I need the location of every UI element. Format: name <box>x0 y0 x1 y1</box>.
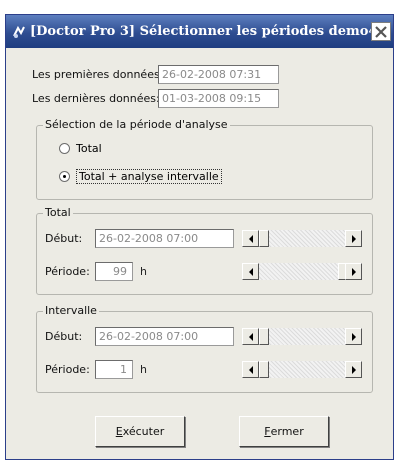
first-data-field: 26-02-2008 07:31 <box>158 65 279 84</box>
radio-total-label: Total <box>76 142 102 155</box>
total-group: Total Début: 26-02-2008 07:00 Période: 9… <box>36 206 373 295</box>
total-period-unit: h <box>140 265 147 278</box>
total-start-scroll-right[interactable] <box>345 230 362 247</box>
total-start-scroll-thumb[interactable] <box>259 230 269 247</box>
close-icon <box>375 25 387 38</box>
total-period-field[interactable]: 99 <box>95 262 133 281</box>
analysis-period-title: Sélection de la période d'analyse <box>43 118 230 131</box>
interval-start-scroll-thumb[interactable] <box>259 328 269 345</box>
close-button[interactable]: Fermer <box>239 416 329 447</box>
interval-period-field[interactable]: 1 <box>95 360 133 379</box>
arrow-right-icon <box>351 234 356 243</box>
interval-period-unit: h <box>140 363 147 376</box>
radio-total-interval[interactable]: Total + analyse intervalle <box>59 169 222 184</box>
arrow-left-icon <box>248 332 253 341</box>
total-period-scroll-right[interactable] <box>345 263 362 280</box>
interval-period-scrollbar[interactable] <box>242 361 362 378</box>
interval-period-scroll-thumb[interactable] <box>259 361 269 378</box>
execute-button[interactable]: Exécuter <box>95 416 185 447</box>
execute-label: xécuter <box>122 425 165 438</box>
arrow-left-icon <box>248 267 253 276</box>
total-start-label: Début: <box>45 232 83 245</box>
radio-total-interval-circle[interactable] <box>59 171 70 182</box>
interval-start-scroll-left[interactable] <box>242 328 259 345</box>
total-period-scrollbar[interactable] <box>242 263 362 280</box>
total-period-label: Période: <box>45 265 90 278</box>
interval-period-label: Période: <box>45 363 90 376</box>
interval-start-scrollbar[interactable] <box>242 328 362 345</box>
arrow-right-icon <box>351 267 356 276</box>
last-data-field: 01-03-2008 09:15 <box>158 89 279 108</box>
radio-total-circle[interactable] <box>59 143 70 154</box>
interval-start-scroll-right[interactable] <box>345 328 362 345</box>
close-window-button[interactable] <box>371 22 391 41</box>
arrow-right-icon <box>351 365 356 374</box>
total-start-scrollbar[interactable] <box>242 230 362 247</box>
interval-period-scroll-right[interactable] <box>345 361 362 378</box>
title-bar[interactable]: [Doctor Pro 3] Sélectionner les périodes… <box>6 15 393 48</box>
interval-group: Intervalle Début: 26-02-2008 07:00 Pério… <box>36 304 373 393</box>
execute-accel: E <box>115 425 123 438</box>
interval-period-scroll-left[interactable] <box>242 361 259 378</box>
radio-total-interval-label: Total + analyse intervalle <box>76 169 222 184</box>
arrow-right-icon <box>351 332 356 341</box>
total-start-scroll-left[interactable] <box>242 230 259 247</box>
first-data-label: Les premières données: <box>32 68 164 81</box>
select-periods-dialog: [Doctor Pro 3] Sélectionner les périodes… <box>5 14 394 460</box>
interval-start-label: Début: <box>45 330 83 343</box>
close-label: ermer <box>270 425 304 438</box>
total-period-scroll-left[interactable] <box>242 263 259 280</box>
interval-start-field[interactable]: 26-02-2008 07:00 <box>95 327 234 346</box>
analysis-period-group: Sélection de la période d'analyse Total … <box>36 118 373 200</box>
total-group-title: Total <box>43 206 73 219</box>
total-start-field[interactable]: 26-02-2008 07:00 <box>95 229 234 248</box>
interval-group-title: Intervalle <box>43 304 99 317</box>
arrow-left-icon <box>248 234 253 243</box>
app-icon <box>12 25 26 39</box>
radio-total[interactable]: Total <box>59 142 102 155</box>
arrow-left-icon <box>248 365 253 374</box>
window-title: [Doctor Pro 3] Sélectionner les périodes… <box>30 24 378 39</box>
last-data-label: Les dernières données: <box>32 92 160 105</box>
